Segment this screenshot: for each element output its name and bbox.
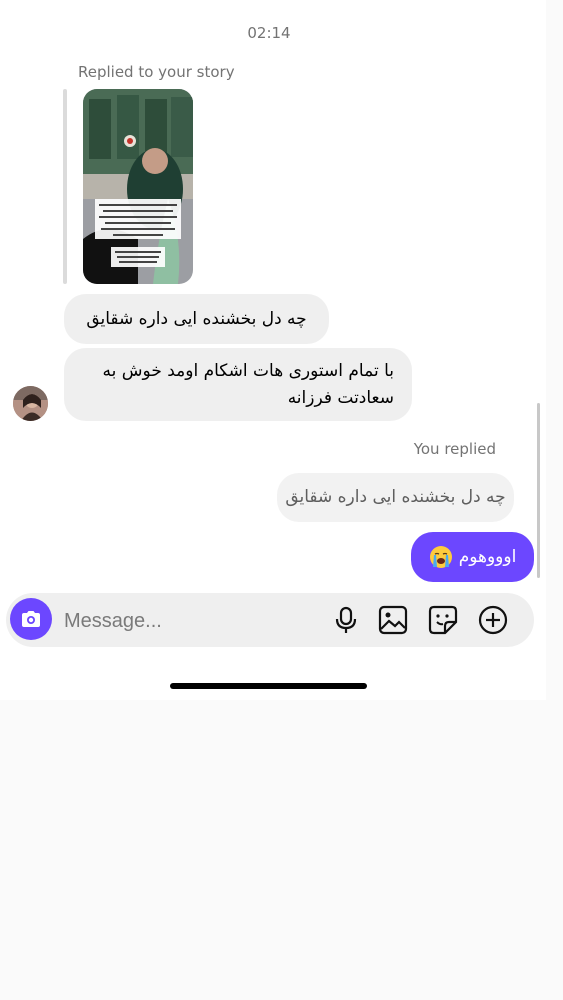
chat-thread: 02:14 Replied to your story چه دل بخشنده…: [0, 0, 546, 700]
voice-button[interactable]: [329, 603, 363, 637]
add-icon: [478, 605, 508, 635]
gallery-icon: [378, 605, 408, 635]
outgoing-message[interactable]: اوووهوم: [411, 532, 534, 582]
sticker-button[interactable]: [426, 603, 460, 637]
incoming-message[interactable]: چه دل بخشنده ایی داره شقایق: [64, 294, 329, 344]
microphone-icon: [335, 606, 357, 633]
story-reply-bar: [63, 89, 67, 284]
crying-face-icon: [429, 546, 452, 568]
story-reply-label: Replied to your story: [78, 63, 235, 81]
camera-button[interactable]: [10, 598, 52, 640]
sticker-icon: [428, 605, 458, 635]
message-timestamp: 02:14: [247, 24, 291, 42]
outgoing-message-text: اوووهوم: [458, 547, 517, 567]
story-thumbnail[interactable]: [83, 89, 193, 284]
message-composer: [6, 593, 534, 649]
home-indicator[interactable]: [170, 683, 367, 689]
message-input[interactable]: [62, 593, 326, 649]
sender-avatar[interactable]: [13, 386, 48, 421]
add-button[interactable]: [476, 603, 510, 637]
incoming-message[interactable]: با تمام استوری هات اشکام اومد خوش به سعا…: [64, 348, 412, 421]
gallery-button[interactable]: [376, 603, 410, 637]
you-replied-label: You replied: [413, 440, 496, 458]
camera-icon: [22, 611, 40, 627]
scrollbar[interactable]: [537, 403, 540, 578]
quoted-reply[interactable]: چه دل بخشنده ایی داره شقایق: [277, 473, 514, 522]
